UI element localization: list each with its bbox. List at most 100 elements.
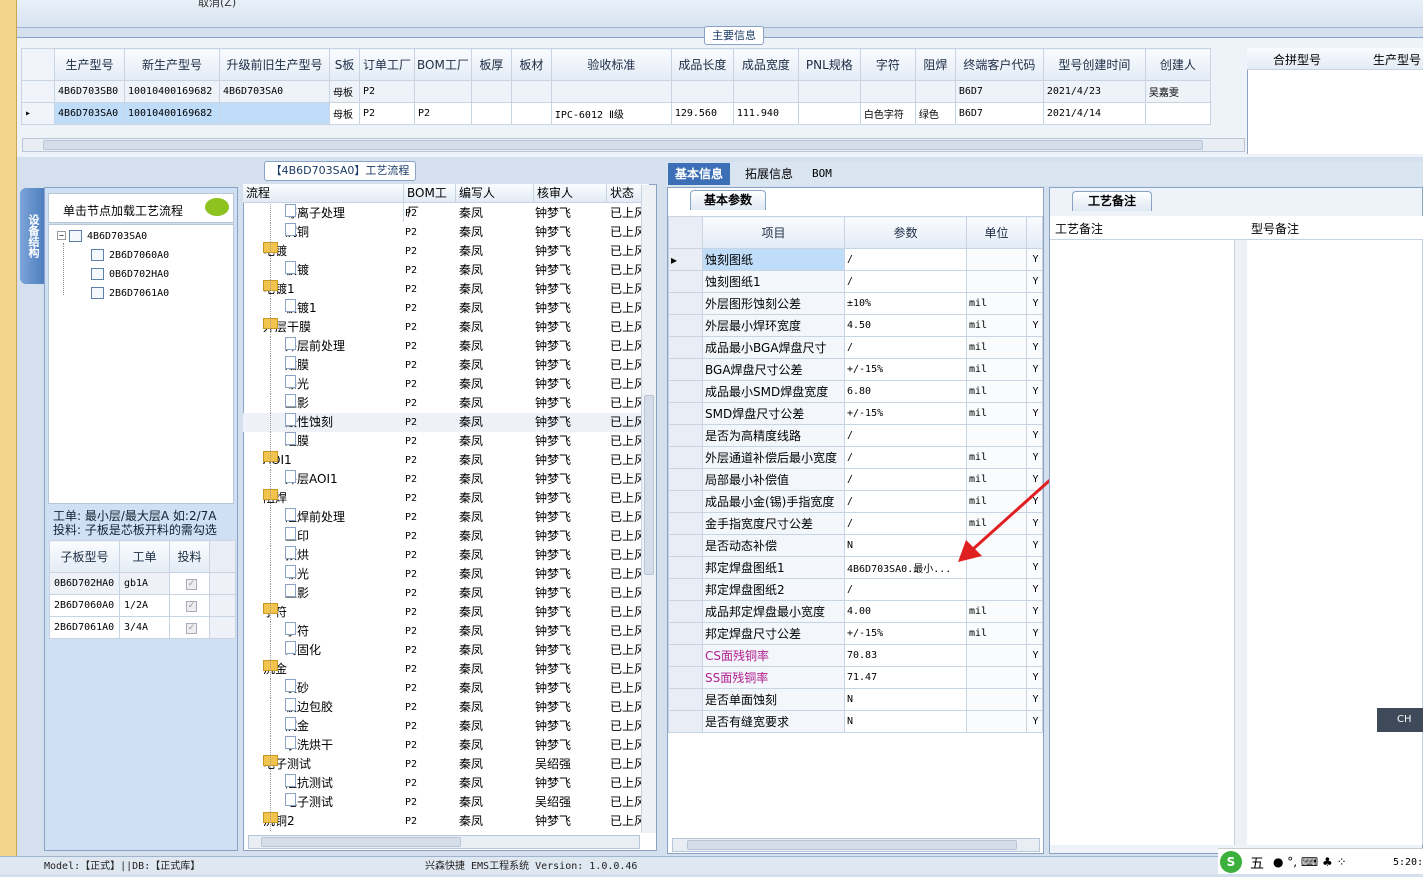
table-row[interactable]: ▸ 4B6D703SA0 10010400169682 母板 P2 P2 IPC-6012 … (21, 102, 1211, 125)
main-cell[interactable]: 白色字符 (859, 102, 916, 125)
flow-row[interactable]: −阻焊 P2 秦凤 钟梦飞 已上风 (243, 489, 641, 508)
row-header[interactable] (668, 512, 703, 535)
flow-row[interactable]: 外层前处理 P2 秦凤 钟梦飞 已上风 (243, 337, 641, 356)
row-header[interactable] (668, 622, 703, 645)
param-value[interactable]: 4.00 (844, 600, 967, 623)
row-header[interactable] (668, 468, 703, 491)
tab-bom[interactable]: BOM (805, 163, 839, 185)
table-row[interactable]: 是否单面蚀刻 N Y (668, 688, 1043, 711)
param-value[interactable]: N (844, 688, 967, 711)
tab-basic-params[interactable]: 基本参数 (690, 190, 766, 210)
row-header[interactable] (668, 380, 703, 403)
row-header[interactable] (668, 556, 703, 579)
sub-cell[interactable]: 2B6D7061A0 (49, 616, 120, 639)
flow-horizontal-scrollbar[interactable] (248, 835, 640, 849)
main-cell[interactable]: 绿色 (914, 102, 956, 125)
param-value[interactable]: N (844, 534, 967, 557)
row-header[interactable] (668, 424, 703, 447)
table-row[interactable]: BGA焊盘尺寸公差 +/-15% mil Y (668, 358, 1043, 381)
param-value[interactable]: 6.80 (844, 380, 967, 403)
table-row[interactable]: 是否有缝宽要求 N Y (668, 710, 1043, 733)
main-cell[interactable]: IPC-6012 Ⅱ级 (550, 102, 672, 125)
main-cell[interactable] (470, 102, 512, 125)
tab-extended-info[interactable]: 拓展信息 (738, 163, 800, 185)
tab-basic-info[interactable]: 基本信息 (668, 163, 731, 185)
flow-row[interactable]: 板镀 P2 秦凤 钟梦飞 已上风 (243, 261, 641, 280)
notes-scrollbar[interactable] (1235, 240, 1247, 845)
main-cell[interactable] (797, 102, 861, 125)
feed-checkbox[interactable]: ✓ (186, 578, 197, 590)
flow-row[interactable]: −沉金 P2 秦凤 钟梦飞 已上风 (243, 660, 641, 679)
param-value[interactable]: / (844, 248, 967, 271)
main-cell[interactable]: 2021/4/23 (1042, 80, 1146, 103)
main-col-header[interactable]: 验收标准 (550, 48, 672, 81)
flow-row[interactable]: 板边包胶 P2 秦凤 钟梦飞 已上风 (243, 698, 641, 717)
main-col-header[interactable]: BOM工厂 (414, 48, 472, 81)
main-cell[interactable] (414, 80, 472, 103)
tree-node-root[interactable]: −4B6D703SA0 (57, 230, 147, 242)
param-value[interactable]: 71.47 (844, 666, 967, 689)
flow-grid-body[interactable]: 等离子处理P2秦凤钟梦飞已上风沉铜P2秦凤钟梦飞已上风−电镀P2秦凤钟梦飞已上风… (243, 204, 641, 832)
param-value[interactable]: / (844, 578, 967, 601)
table-row[interactable]: 2B6D7060A0 1/2A ✓ (49, 594, 236, 617)
main-col-header[interactable]: 板材 (510, 48, 552, 81)
param-value[interactable]: +/-15% (844, 402, 967, 425)
param-value[interactable]: 4.50 (844, 314, 967, 337)
tree-node-child[interactable]: 0B6D702HA0 (91, 268, 169, 280)
feed-checkbox[interactable]: ✓ (186, 622, 197, 634)
row-header[interactable] (668, 314, 703, 337)
row-header[interactable]: ▸ (668, 248, 703, 271)
param-value[interactable]: +/-15% (844, 358, 967, 381)
row-header[interactable] (668, 358, 703, 381)
flow-row[interactable]: 外层AOI1 P2 秦凤 钟梦飞 已上风 (243, 470, 641, 489)
table-row[interactable]: SS面残铜率 71.47 Y (668, 666, 1043, 689)
main-cell[interactable]: 129.560 (670, 102, 734, 125)
main-cell[interactable]: P2 (359, 102, 415, 125)
main-cell[interactable]: 母板 (329, 102, 360, 125)
param-value[interactable]: ±10% (844, 292, 967, 315)
main-col-header[interactable]: 新生产型号 (124, 48, 220, 81)
flow-vertical-scrollbar[interactable] (641, 185, 656, 833)
table-row[interactable]: 2B6D7061A0 3/4A ✓ (49, 616, 236, 639)
flow-row[interactable]: −沉铜2 P2 秦凤 钟梦飞 已上风 (243, 812, 641, 831)
param-value[interactable]: / (844, 424, 967, 447)
flow-row[interactable]: 贴膜 P2 秦凤 钟梦飞 已上风 (243, 356, 641, 375)
model-notes-field[interactable] (1247, 240, 1423, 845)
main-cell[interactable]: P2 (414, 102, 472, 125)
row-header[interactable] (668, 644, 703, 667)
main-cell[interactable]: 2021/4/14 (1042, 102, 1146, 125)
main-col-header[interactable]: 型号创建时间 (1042, 48, 1146, 81)
main-col-header[interactable]: 板厚 (470, 48, 512, 81)
main-cell[interactable] (470, 80, 512, 103)
sub-cell[interactable]: 3/4A (119, 616, 170, 639)
flow-row[interactable]: −电镀 P2 秦凤 钟梦飞 已上风 (243, 242, 641, 261)
table-row[interactable]: 蚀刻图纸1/ Y (668, 270, 1043, 293)
feed-checkbox[interactable]: ✓ (186, 600, 197, 612)
main-col-header[interactable]: 阻焊 (914, 48, 956, 81)
main-cell[interactable] (732, 80, 799, 103)
table-row[interactable]: ▸ 蚀刻图纸 / Y (668, 248, 1043, 271)
main-cell[interactable]: 111.940 (732, 102, 799, 125)
main-cell[interactable] (670, 80, 734, 103)
table-row[interactable]: 邦定焊盘尺寸公差 +/-15% mil Y (668, 622, 1043, 645)
table-row[interactable]: 成品最小SMD焊盘宽度 6.80 mil Y (668, 380, 1043, 403)
sub-cell[interactable]: 1/2A (119, 594, 170, 617)
table-row[interactable]: 外层图形蚀刻公差 ±10% mil Y (668, 292, 1043, 315)
param-value[interactable]: 4B6D703SA0.最小... (844, 556, 967, 579)
param-value[interactable]: / (844, 468, 967, 491)
main-cell[interactable] (510, 102, 552, 125)
sub-cell[interactable]: 0B6D702HA0 (49, 572, 120, 595)
table-row[interactable]: 0B6D702HA0 gb1A ✓ (49, 572, 236, 595)
main-col-header[interactable]: 订单工厂 (359, 48, 415, 81)
ime-toolbar[interactable]: S 五 ● °, ⌨ ♣ ⁘ 5:20:48 (1218, 848, 1423, 874)
cancel-button[interactable]: 取消(Z) (198, 0, 236, 10)
flow-row[interactable]: 预烘 P2 秦凤 钟梦飞 已上风 (243, 546, 641, 565)
table-row[interactable]: 成品最小BGA焊盘尺寸 / mil Y (668, 336, 1043, 359)
row-header[interactable] (668, 336, 703, 359)
table-row[interactable]: SMD焊盘尺寸公差 +/-15% mil Y (668, 402, 1043, 425)
main-cell[interactable] (1144, 102, 1211, 125)
param-value[interactable]: +/-15% (844, 622, 967, 645)
flow-row[interactable]: −电镀1 P2 秦凤 钟梦飞 已上风 (243, 280, 641, 299)
main-cell[interactable]: 10010400169682 (124, 80, 220, 103)
main-cell[interactable]: 4B6D703SB0 (54, 80, 125, 103)
